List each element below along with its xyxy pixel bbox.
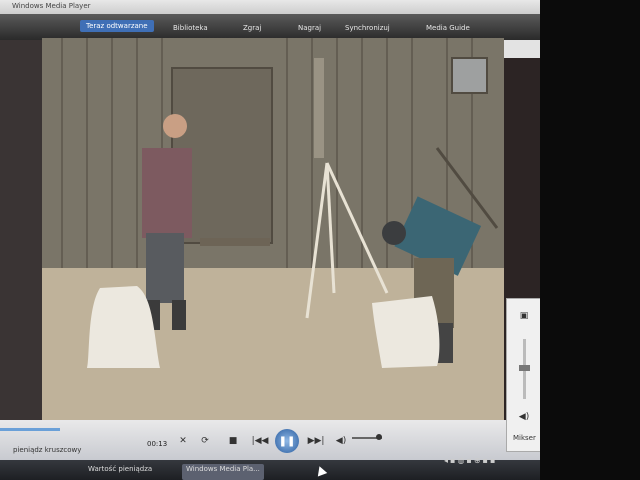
dark-margin: [540, 0, 640, 480]
transport-bar: [0, 420, 545, 460]
seek-bar[interactable]: [0, 428, 60, 431]
video-frame[interactable]: [42, 38, 504, 423]
video-scene: [42, 38, 504, 423]
window-icon: ▣: [519, 311, 529, 321]
prev-icon[interactable]: |◀◀: [248, 433, 272, 449]
stop-icon[interactable]: ■: [226, 433, 240, 449]
play-pause-button[interactable]: ❚❚: [275, 429, 299, 453]
taskbar-item-media-player[interactable]: Windows Media Pla...: [182, 464, 264, 480]
window-title: Windows Media Player: [12, 2, 91, 10]
tabs-bar: Teraz odtwarzane Biblioteka Zgraj Nagraj…: [0, 14, 545, 40]
now-playing-status: pieniądz kruszcowy: [13, 446, 82, 454]
mixer-knob[interactable]: [519, 365, 530, 371]
tab-now-playing[interactable]: Teraz odtwarzane: [80, 20, 154, 32]
tab-burn[interactable]: Nagraj: [298, 24, 321, 32]
tab-library[interactable]: Biblioteka: [173, 24, 208, 32]
taskbar-item-document[interactable]: Wartość pieniądza: [84, 464, 156, 480]
projected-screen: Windows Media Player Teraz odtwarzane Bi…: [0, 0, 545, 480]
repeat-icon[interactable]: ⟳: [198, 433, 212, 449]
play-pause-icon: ❚❚: [278, 435, 296, 447]
tab-media-guide[interactable]: Media Guide: [426, 24, 470, 32]
tab-rip[interactable]: Zgraj: [243, 24, 261, 32]
volume-mixer: ▣ ◀) Mikser: [506, 298, 542, 452]
mute-icon[interactable]: ◀): [518, 412, 530, 424]
next-icon[interactable]: ▶▶|: [304, 433, 328, 449]
left-edge: [0, 40, 42, 435]
mixer-label[interactable]: Mikser: [513, 434, 536, 442]
elapsed-time: 00:13: [147, 440, 168, 448]
tab-sync[interactable]: Synchronizuj: [345, 24, 390, 32]
volume-icon[interactable]: ◀): [334, 433, 348, 449]
volume-knob[interactable]: [376, 434, 382, 440]
system-tray[interactable]: ◂▪◍▪⊕▪▪: [444, 456, 497, 465]
shuffle-icon[interactable]: ✕: [176, 433, 190, 449]
